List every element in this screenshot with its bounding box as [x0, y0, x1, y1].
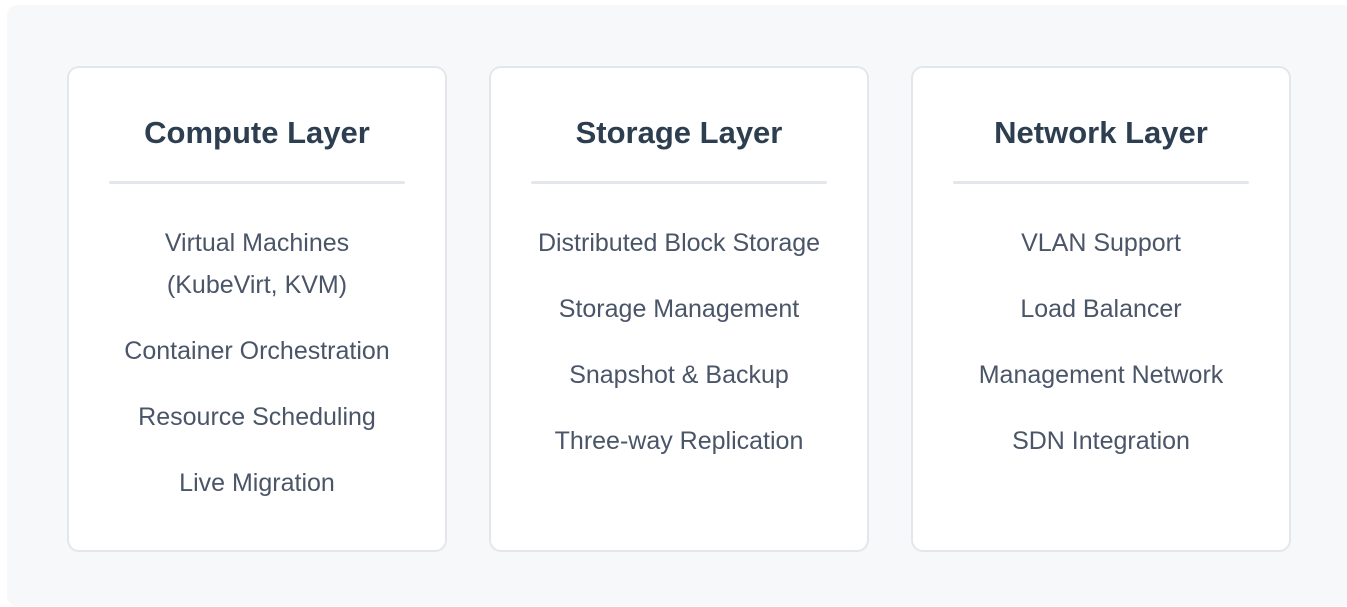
architecture-panel: Compute Layer Virtual Machines (KubeVirt… [7, 5, 1347, 606]
storage-layer-card: Storage Layer Distributed Block Storage … [489, 66, 869, 552]
compute-layer-card: Compute Layer Virtual Machines (KubeVirt… [67, 66, 447, 552]
list-item: Resource Scheduling [138, 403, 376, 431]
card-title: Network Layer [994, 115, 1208, 150]
feature-list: VLAN Support Load Balancer Management Ne… [913, 222, 1289, 486]
list-item: Virtual Machines (KubeVirt, KVM) [164, 229, 350, 299]
list-item: Container Orchestration [124, 337, 390, 365]
card-title: Storage Layer [575, 115, 783, 150]
list-item: Storage Management [558, 295, 800, 323]
list-item: Three-way Replication [554, 427, 804, 455]
list-item: SDN Integration [1012, 427, 1190, 455]
list-item: Live Migration [179, 469, 335, 497]
list-item: VLAN Support [1021, 229, 1181, 257]
divider [531, 181, 827, 184]
list-item: Distributed Block Storage [537, 229, 821, 257]
card-title: Compute Layer [144, 115, 370, 150]
feature-list: Virtual Machines (KubeVirt, KVM) Contain… [69, 222, 445, 528]
network-layer-card: Network Layer VLAN Support Load Balancer… [911, 66, 1291, 552]
list-item: Management Network [978, 361, 1224, 389]
feature-list: Distributed Block Storage Storage Manage… [491, 222, 867, 486]
list-item: Load Balancer [1020, 295, 1182, 323]
divider [953, 181, 1249, 184]
list-item: Snapshot & Backup [569, 361, 789, 389]
divider [109, 181, 405, 184]
